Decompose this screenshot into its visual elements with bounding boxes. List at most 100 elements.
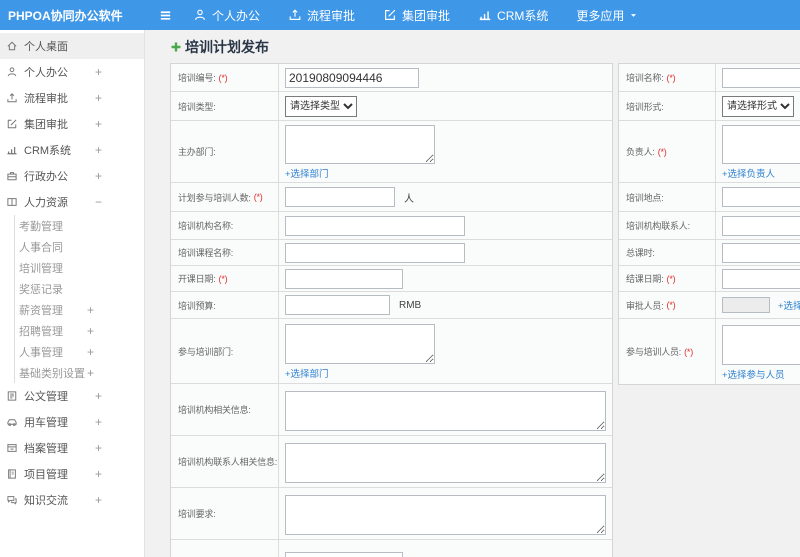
form-row: 主办部门: +选择部门 — [171, 121, 612, 183]
sidebar-item[interactable]: 人事管理 + — [14, 341, 144, 362]
sidebar-item[interactable]: 个人办公 + — [0, 59, 144, 85]
sidebar-item[interactable]: 档案管理 + — [0, 435, 144, 461]
expand-toggle[interactable]: + — [95, 169, 102, 183]
expand-toggle[interactable]: + — [95, 91, 102, 105]
plus-icon — [170, 41, 182, 53]
field-label: 培训形式: — [619, 92, 716, 120]
sidebar-item[interactable]: 招聘管理 + — [14, 320, 144, 341]
required-marker: (*) — [666, 273, 676, 284]
edit-icon — [6, 118, 18, 130]
page-head: 培训计划发布 — [170, 37, 269, 57]
select-join-dept-link[interactable]: +选择部门 — [285, 366, 329, 380]
total-hours-input[interactable] — [722, 242, 800, 263]
end-date-input[interactable] — [722, 268, 800, 289]
expand-toggle[interactable]: + — [95, 65, 102, 79]
form-row: 总课时: — [619, 240, 800, 266]
sidebar-item[interactable]: 集团审批 + — [0, 111, 144, 137]
expand-toggle[interactable]: + — [95, 467, 102, 481]
field-label: 培训机构联系人相关信息: — [171, 436, 279, 487]
topbar-nav: 个人办公 流程审批 集团审批 CRM系统 更多应用 — [193, 7, 666, 24]
nav-item[interactable]: 更多应用 — [576, 7, 638, 24]
sidebar-item[interactable]: 薪资管理 + — [14, 299, 144, 320]
nav-item[interactable]: 个人办公 — [193, 7, 260, 24]
form-row: 计划参与培训人数: (*) 人 — [171, 183, 612, 212]
sidebar-item[interactable]: 个人桌面 — [0, 33, 144, 59]
expand-toggle[interactable]: + — [95, 415, 102, 429]
field-label: 培训要求: — [171, 488, 279, 539]
sidebar-item[interactable]: 奖惩记录 — [14, 278, 144, 299]
field-label: 计划参与培训人数: (*) — [171, 183, 279, 211]
archive-icon — [6, 442, 18, 454]
sidebar-item[interactable]: 考勤管理 — [14, 215, 144, 236]
field-label: 培训预算: — [171, 292, 279, 318]
form-row: 培训机构名称: — [171, 212, 612, 240]
form-row: 培训形式: 请选择形式 — [619, 92, 800, 121]
join-dept-textarea[interactable] — [285, 324, 435, 364]
org-name-input[interactable] — [285, 215, 465, 236]
form-row: 培训名称: (*) — [619, 64, 800, 92]
sidebar-item[interactable]: 流程审批 + — [0, 85, 144, 111]
planned-count-input[interactable] — [285, 187, 395, 207]
location-input[interactable] — [722, 187, 800, 207]
nav-item[interactable]: 流程审批 — [288, 7, 355, 24]
sidebar-item[interactable]: 基础类别设置 + — [14, 362, 144, 383]
budget-input[interactable] — [285, 295, 390, 315]
training-name-input[interactable] — [722, 67, 800, 88]
training-mode-select[interactable]: 请选择形式 — [722, 95, 794, 117]
field-label: 结课日期: (*) — [619, 266, 716, 291]
sidebar-item[interactable]: 项目管理 + — [0, 461, 144, 487]
select-approver-link[interactable]: +选择审批人员 — [778, 298, 800, 312]
sidebar-item[interactable]: 培训管理 — [14, 257, 144, 278]
course-name-input[interactable] — [285, 242, 465, 263]
chart-icon — [6, 144, 18, 156]
select-leader-link[interactable]: +选择负责人 — [722, 166, 775, 180]
field-label: 培训机构名称: — [171, 212, 279, 239]
required-marker: (*) — [657, 146, 667, 157]
leader-textarea[interactable] — [722, 125, 800, 164]
select-join-people-link[interactable]: +选择参与人员 — [722, 367, 785, 381]
sidebar: 个人桌面 个人办公 + 流程审批 + 集团审批 + CRM系统 + 行政办公 +… — [0, 30, 145, 557]
training-number-input[interactable] — [285, 67, 419, 88]
expand-toggle[interactable]: + — [95, 389, 102, 403]
expand-toggle[interactable]: + — [95, 441, 102, 455]
expand-toggle[interactable]: + — [87, 345, 94, 359]
training-type-select[interactable]: 请选择类型 — [285, 95, 357, 117]
select-dept-link[interactable]: +选择部门 — [285, 166, 329, 180]
sidebar-item[interactable]: 人事合同 — [14, 236, 144, 257]
field-label: 培训类型: — [171, 92, 279, 120]
sidebar-item[interactable]: 公文管理 + — [0, 383, 144, 409]
form-row: 培训类型: 请选择类型 — [171, 92, 612, 121]
expand-toggle[interactable]: − — [95, 195, 102, 209]
expand-toggle[interactable]: + — [87, 324, 94, 338]
attachment-input[interactable] — [285, 552, 403, 557]
approver-input[interactable] — [722, 297, 770, 313]
sidebar-item[interactable]: CRM系统 + — [0, 137, 144, 163]
main-content: 培训计划发布 培训编号:(*) 培训类型: 请选择类型 主办部门: +选择部门 … — [145, 30, 800, 557]
share-icon — [6, 92, 18, 104]
join-people-textarea[interactable] — [722, 324, 800, 365]
host-dept-textarea[interactable] — [285, 125, 435, 164]
org-contact-input[interactable] — [722, 215, 800, 236]
field-label: 审批人员: (*) — [619, 292, 716, 318]
sidebar-item[interactable]: 行政办公 + — [0, 163, 144, 189]
nav-item[interactable]: CRM系统 — [478, 7, 548, 24]
org-info-textarea[interactable] — [285, 390, 606, 431]
requirements-textarea[interactable] — [285, 494, 606, 535]
user-icon — [193, 8, 207, 22]
org-contact-info-textarea[interactable] — [285, 442, 606, 483]
expand-toggle[interactable]: + — [95, 493, 102, 507]
sidebar-item[interactable]: 用车管理 + — [0, 409, 144, 435]
expand-toggle[interactable]: + — [95, 117, 102, 131]
form-row: 结课日期: (*) — [619, 266, 800, 292]
nav-item[interactable]: 集团审批 — [383, 7, 450, 24]
sidebar-item[interactable]: 知识交流 + — [0, 487, 144, 513]
form-row: 参与培训部门: +选择部门 — [171, 319, 612, 384]
expand-toggle[interactable]: + — [87, 366, 94, 380]
field-label: 培训课程名称: — [171, 240, 279, 265]
field-label: 培训编号: (*) — [171, 64, 279, 91]
expand-toggle[interactable]: + — [87, 303, 94, 317]
menu-toggle-icon[interactable] — [158, 8, 173, 23]
sidebar-item[interactable]: 人力资源 − — [0, 189, 144, 215]
start-date-input[interactable] — [285, 268, 403, 289]
expand-toggle[interactable]: + — [95, 143, 102, 157]
